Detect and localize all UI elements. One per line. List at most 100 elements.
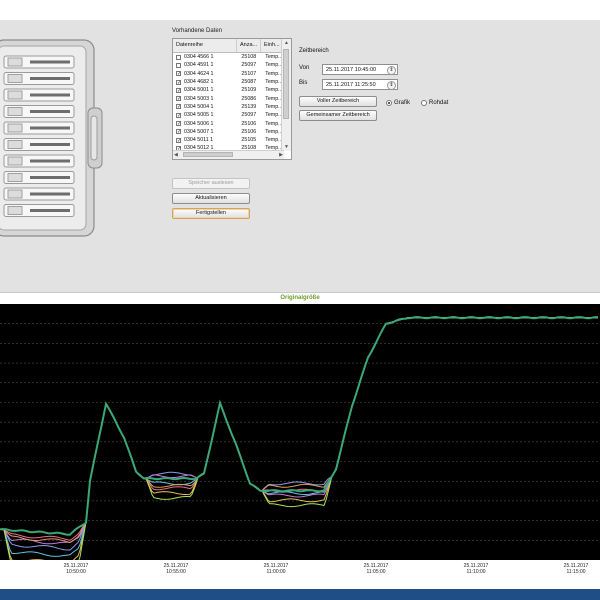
from-date-spinner-icon[interactable]: ⇕ bbox=[387, 66, 396, 75]
series-line bbox=[0, 317, 598, 560]
row-count: 25097 bbox=[241, 62, 257, 69]
series-line bbox=[0, 317, 598, 541]
list-item[interactable]: 0304 4591 1 25097 Temp... bbox=[173, 61, 283, 69]
radio-rohdaten[interactable] bbox=[421, 100, 427, 106]
list-item[interactable]: ✓ 0304 4624 1 25107 Temp... bbox=[173, 70, 283, 78]
from-date-value: 25.11.2017 10:45:00 bbox=[326, 67, 377, 73]
row-series-name: 0304 5007 1 bbox=[184, 128, 214, 135]
row-series-name: 0304 5005 1 bbox=[184, 112, 214, 119]
row-series-name: 0304 4591 1 bbox=[184, 62, 214, 69]
x-tick-label: 25.11.2017 11:10:00 bbox=[456, 563, 496, 575]
row-series-name: 0304 5006 1 bbox=[184, 120, 214, 127]
to-date-spinner-icon[interactable]: ⇕ bbox=[387, 81, 396, 90]
column-header-series[interactable]: Datenreihe bbox=[173, 39, 237, 52]
row-checkbox[interactable]: ✓ bbox=[176, 137, 181, 143]
common-time-range-button[interactable]: Gemeinsamer Zeitbereich bbox=[299, 110, 377, 121]
row-checkbox[interactable]: ✓ bbox=[176, 96, 181, 102]
time-range-title: Zeitbereich bbox=[299, 48, 329, 54]
row-checkbox[interactable]: ✓ bbox=[176, 87, 181, 93]
row-checkbox[interactable] bbox=[176, 62, 181, 68]
x-tick-time: 11:00:00 bbox=[266, 569, 286, 575]
logger-clip bbox=[7, 74, 23, 83]
row-series-name: 0304 5011 1 bbox=[184, 137, 214, 144]
list-item[interactable]: ✓ 0304 5007 1 25106 Temp... bbox=[173, 128, 283, 136]
row-series-name: 0304 4624 1 bbox=[184, 70, 214, 77]
row-checkbox[interactable]: ✓ bbox=[176, 112, 181, 118]
row-series-name: 0304 5004 1 bbox=[184, 103, 214, 110]
finish-button[interactable]: Fertigstellen bbox=[172, 208, 250, 219]
scroll-up-icon[interactable]: ▲ bbox=[284, 40, 289, 46]
logger-probe bbox=[30, 93, 70, 97]
column-header-unit[interactable]: Einh... bbox=[261, 39, 283, 52]
row-count: 25097 bbox=[241, 112, 257, 119]
list-item[interactable]: ✓ 0304 5006 1 25106 Temp... bbox=[173, 119, 283, 127]
logger-clip bbox=[7, 173, 23, 182]
refresh-button[interactable]: Aktualisieren bbox=[172, 193, 250, 204]
data-series-list[interactable]: Datenreihe Anza... Einh... 0304 4566 1 25… bbox=[172, 38, 292, 160]
logger-probe bbox=[30, 60, 70, 64]
row-series-name: 0304 5003 1 bbox=[184, 95, 214, 102]
logger-clip bbox=[7, 107, 23, 116]
list-rows: 0304 4566 1 25108 Temp... 0304 4591 1 25097 T… bbox=[173, 53, 283, 153]
row-count: 25109 bbox=[241, 87, 257, 94]
radio-grafik-label: Grafik bbox=[394, 100, 411, 106]
logger-probe bbox=[30, 143, 70, 146]
chart-title: Originalgröße bbox=[280, 295, 320, 301]
list-vertical-scrollbar[interactable]: ▲ ▼ bbox=[281, 39, 291, 151]
list-item[interactable]: ✓ 0304 5005 1 25097 Temp... bbox=[173, 111, 283, 119]
x-tick-time: 11:05:00 bbox=[366, 569, 386, 575]
x-tick-label: 25.11.2017 10:55:00 bbox=[156, 563, 196, 575]
scroll-right-icon[interactable]: ▶ bbox=[279, 152, 283, 158]
row-checkbox[interactable]: ✓ bbox=[176, 121, 181, 127]
scroll-thumb-horizontal[interactable] bbox=[183, 152, 233, 157]
column-header-count[interactable]: Anza... bbox=[237, 39, 261, 52]
logger-probe bbox=[30, 176, 70, 179]
x-tick-label: 25.11.2017 11:05:00 bbox=[356, 563, 396, 575]
list-item[interactable]: ✓ 0304 5004 1 25139 Temp... bbox=[173, 103, 283, 111]
row-count: 25106 bbox=[241, 120, 257, 127]
full-time-range-button[interactable]: Voller Zeitbereich bbox=[299, 96, 377, 107]
to-date-value: 25.11.2017 11:25:50 bbox=[326, 82, 376, 88]
scroll-left-icon[interactable]: ◀ bbox=[174, 152, 178, 158]
logger-probe bbox=[30, 209, 70, 212]
row-series-name: 0304 4566 1 bbox=[184, 54, 214, 61]
row-checkbox[interactable]: ✓ bbox=[176, 104, 181, 110]
logger-probe bbox=[30, 110, 70, 113]
list-item[interactable]: ✓ 0304 4682 1 25087 Temp... bbox=[173, 78, 283, 86]
series-line bbox=[0, 317, 598, 551]
to-date-field[interactable]: 25.11.2017 11:25:50 ⇕ bbox=[322, 79, 398, 90]
series-line bbox=[0, 317, 598, 560]
logger-clip bbox=[7, 206, 23, 215]
x-tick-label: 25.11.2017 10:50:00 bbox=[56, 563, 96, 575]
logger-probe bbox=[30, 159, 70, 163]
from-date-field[interactable]: 25.11.2017 10:45:00 ⇕ bbox=[322, 64, 398, 75]
series-line bbox=[0, 317, 598, 545]
temperature-chart[interactable] bbox=[0, 304, 600, 560]
scroll-thumb-vertical[interactable] bbox=[283, 49, 289, 119]
list-item[interactable]: 0304 4566 1 25108 Temp... bbox=[173, 53, 283, 61]
logger-clip bbox=[7, 140, 23, 149]
read-memory-button[interactable]: Speicher auslesen bbox=[172, 178, 250, 189]
radio-grafik[interactable] bbox=[386, 100, 392, 106]
row-count: 25087 bbox=[241, 79, 257, 86]
logger-clip bbox=[7, 90, 23, 100]
from-label: Von bbox=[299, 65, 310, 71]
row-checkbox[interactable]: ✓ bbox=[176, 79, 181, 85]
list-horizontal-scrollbar[interactable]: ◀ ▶ bbox=[173, 150, 284, 159]
top-strip bbox=[0, 0, 600, 20]
x-tick-time: 10:50:00 bbox=[66, 569, 86, 575]
status-bar bbox=[0, 589, 600, 600]
x-tick-time: 11:10:00 bbox=[466, 569, 486, 575]
list-item[interactable]: ✓ 0304 5001 1 25109 Temp... bbox=[173, 86, 283, 94]
row-checkbox[interactable]: ✓ bbox=[176, 129, 181, 135]
logger-clip bbox=[7, 189, 23, 199]
scroll-down-icon[interactable]: ▼ bbox=[284, 144, 289, 150]
list-item[interactable]: ✓ 0304 5011 1 25105 Temp... bbox=[173, 136, 283, 144]
logger-probe bbox=[30, 126, 70, 130]
to-label: Bis bbox=[299, 80, 308, 86]
x-tick-label: 25.11.2017 11:00:00 bbox=[256, 563, 296, 575]
row-checkbox[interactable] bbox=[176, 54, 181, 60]
list-item[interactable]: ✓ 0304 5003 1 25086 Temp... bbox=[173, 94, 283, 102]
radio-rohdaten-label: Rohdat bbox=[429, 100, 449, 106]
row-checkbox[interactable]: ✓ bbox=[176, 71, 181, 77]
